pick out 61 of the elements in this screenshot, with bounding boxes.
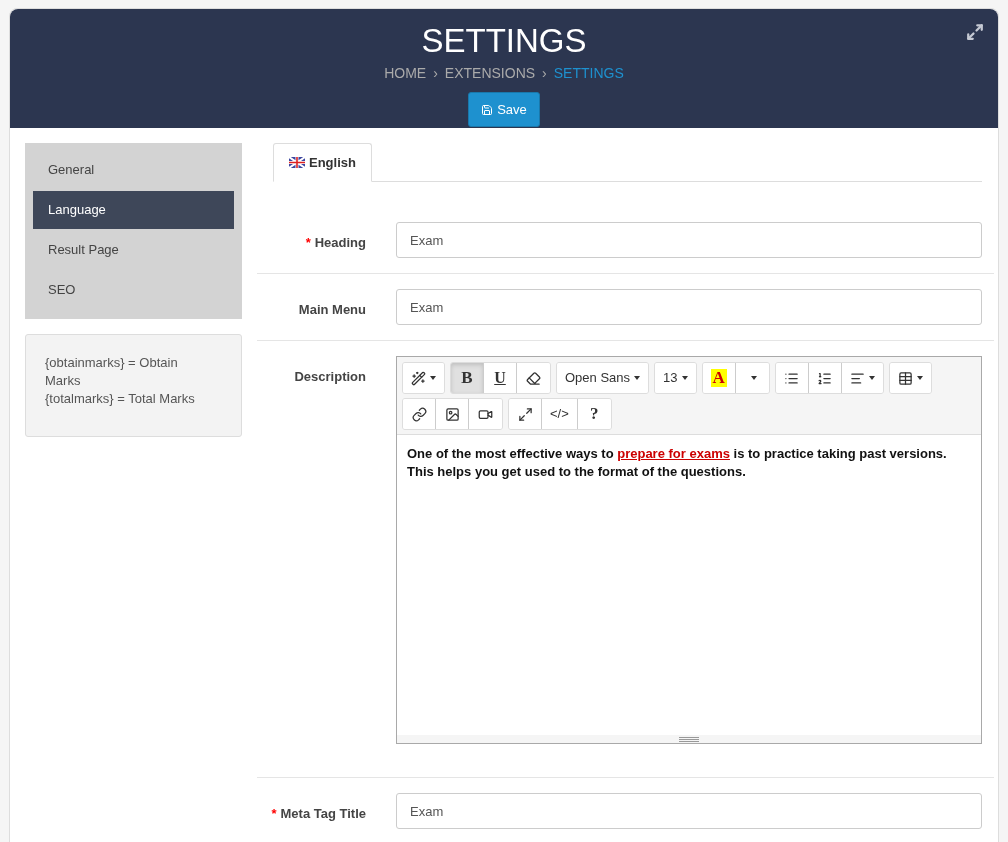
toolbar-button[interactable] — [517, 363, 550, 393]
caret-icon — [751, 376, 758, 380]
text-link[interactable]: prepare for exams — [617, 446, 730, 461]
text-field[interactable]: Exam — [396, 793, 982, 829]
toolbar-button[interactable] — [889, 363, 931, 393]
rich-text-editor[interactable]: B U Open Sans 13 A </> ? One of the most effective ways to prepare for exams is to practice taking past versions. This helps you get used to the format of the questions. — [396, 356, 982, 744]
sidebar-item[interactable]: Language — [33, 191, 234, 229]
toolbar-button[interactable]: </> — [542, 399, 578, 429]
field-label: Meta Tag Title — [280, 805, 366, 823]
note-text: {obtainmarks} = Obtain Marks — [45, 354, 179, 390]
text-field[interactable]: Exam — [396, 222, 982, 258]
magic-wand-icon — [411, 370, 426, 386]
toolbar-button[interactable] — [509, 399, 542, 429]
toolbar-button[interactable] — [436, 399, 469, 429]
flag-icon — [289, 157, 305, 168]
breadcrumb-link[interactable]: EXTENSIONS — [444, 63, 536, 84]
caret-icon — [916, 376, 923, 380]
breadcrumb-separator: › — [433, 64, 438, 83]
image-icon — [444, 406, 460, 422]
breadcrumb-separator: › — [542, 64, 547, 83]
link-icon — [411, 406, 427, 422]
caret-icon — [868, 376, 875, 380]
table-icon — [897, 370, 913, 386]
required-mark: * — [271, 806, 277, 821]
toolbar-button[interactable]: ? — [577, 399, 611, 429]
align-left-icon — [849, 370, 865, 386]
toolbar-button[interactable]: U — [484, 363, 517, 393]
editor-paragraph: One of the most effective ways to prepare for exams is to practice taking past versions. This helps you get used to the format of the questions. — [407, 445, 948, 481]
font-color-button[interactable]: A — [702, 363, 736, 393]
toolbar-button[interactable] — [469, 399, 502, 429]
toolbar-button[interactable] — [775, 363, 809, 393]
language-tab[interactable]: English — [273, 143, 372, 182]
toolbar-button[interactable]: 13 — [655, 363, 696, 393]
expand-icon — [517, 406, 533, 422]
toolbar-button[interactable] — [808, 363, 842, 393]
resize-handle[interactable] — [397, 735, 981, 743]
bullet-list-icon — [784, 370, 800, 386]
toolbar-button[interactable] — [403, 399, 436, 429]
numbered-list-icon — [817, 370, 833, 386]
eraser-icon — [526, 370, 541, 386]
page-title: SETTINGS — [421, 23, 587, 59]
sidebar-item[interactable]: Result Page — [33, 231, 234, 269]
fullscreen-icon[interactable] — [966, 23, 984, 41]
required-mark: * — [305, 235, 311, 250]
sidebar-item[interactable]: SEO — [33, 271, 234, 309]
text-field[interactable]: Exam — [396, 289, 982, 325]
sidebar-item[interactable]: General — [33, 151, 234, 189]
caret-icon — [430, 376, 436, 380]
field-label: Heading — [314, 234, 366, 252]
field-label: Description — [294, 368, 366, 386]
caret-icon — [681, 376, 688, 380]
toolbar-button[interactable]: Open Sans — [557, 363, 649, 393]
breadcrumb-link[interactable]: HOME — [384, 63, 427, 84]
toolbar-button[interactable] — [841, 363, 883, 393]
save-button[interactable]: Save — [468, 92, 540, 127]
note-text: {totalmarks} = Total Marks — [45, 390, 195, 408]
save-icon — [481, 103, 494, 116]
caret-icon — [634, 376, 641, 380]
field-label: Main Menu — [298, 301, 366, 319]
toolbar-button[interactable]: B — [451, 363, 484, 393]
toolbar-button[interactable] — [403, 363, 444, 393]
